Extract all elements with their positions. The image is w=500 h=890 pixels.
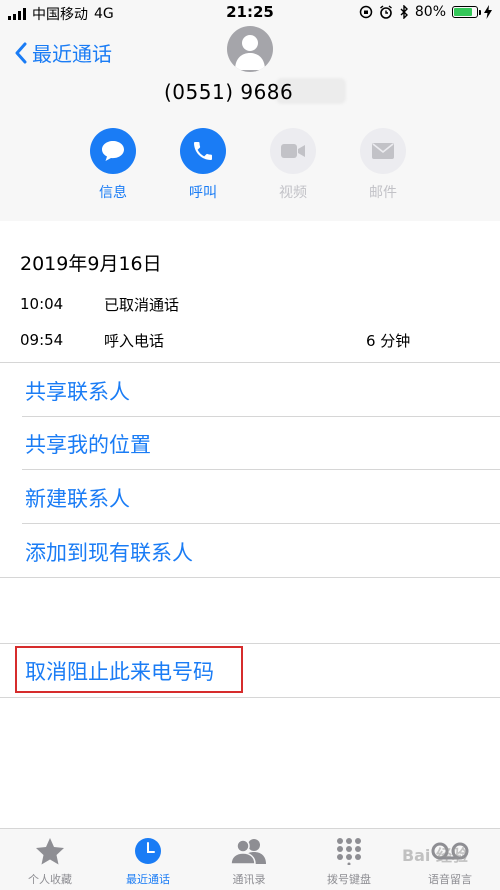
divider	[0, 362, 500, 363]
call-type: 呼入电话	[104, 331, 165, 350]
call-entry: 09:54 呼入电话 6 分钟	[20, 322, 490, 358]
tab-label: 最近通话	[126, 873, 170, 886]
alarm-icon	[379, 5, 392, 19]
divider	[22, 416, 500, 417]
video-label: 视频	[279, 185, 307, 201]
message-icon	[102, 141, 124, 161]
message-button[interactable]: 信息	[90, 128, 136, 202]
status-bar: 中国移动 4G 21:25 80%	[0, 0, 500, 26]
keypad-icon	[337, 838, 361, 865]
tab-label: 语音留言	[428, 873, 472, 886]
back-button[interactable]: 最近通话	[14, 38, 112, 67]
mail-icon	[372, 143, 394, 159]
divider	[0, 697, 500, 698]
phone-icon	[194, 142, 212, 160]
call-date: 2019年9月16日	[20, 253, 162, 275]
bluetooth-icon	[400, 5, 408, 19]
tab-recents[interactable]: 最近通话	[113, 837, 183, 887]
unblock-caller-link[interactable]: 取消阻止此来电号码	[25, 656, 214, 686]
tab-favorites[interactable]: 个人收藏	[15, 837, 85, 887]
new-contact-link[interactable]: 新建联系人	[25, 483, 130, 513]
tab-label: 通讯录	[232, 873, 266, 886]
charging-icon	[484, 5, 492, 19]
video-button[interactable]: 视频	[270, 128, 316, 202]
call-entry: 10:04 已取消通话	[20, 286, 490, 322]
status-right: 80%	[359, 4, 492, 20]
tab-label: 拨号键盘	[327, 873, 371, 886]
tab-keypad[interactable]: 拨号键盘	[314, 837, 384, 887]
share-contact-link[interactable]: 共享联系人	[25, 376, 130, 406]
watermark: Bai 经验	[401, 846, 468, 865]
call-duration: 6 分钟	[366, 331, 411, 350]
chevron-left-icon	[15, 42, 27, 63]
contacts-icon	[230, 839, 266, 865]
divider	[22, 523, 500, 524]
call-type: 已取消通话	[104, 295, 180, 314]
tab-contacts[interactable]: 通讯录	[214, 837, 284, 887]
add-to-existing-contact-link[interactable]: 添加到现有联系人	[25, 537, 193, 567]
call-label: 呼叫	[189, 185, 217, 201]
battery-percent: 80%	[414, 4, 446, 20]
divider	[22, 469, 500, 470]
person-icon	[235, 35, 265, 70]
video-icon	[281, 144, 305, 158]
call-history: 2019年9月16日 10:04 已取消通话 09:54 呼入电话 6 分钟	[20, 249, 490, 358]
clock-icon	[135, 838, 161, 864]
divider	[0, 643, 500, 644]
contact-header: 最近通话 (0551) 9686 信息 呼叫 视频 邮件	[0, 26, 500, 221]
mail-label: 邮件	[369, 185, 397, 201]
star-icon	[36, 838, 64, 865]
divider	[0, 577, 500, 578]
action-buttons: 信息 呼叫 视频 邮件	[90, 128, 406, 202]
call-button[interactable]: 呼叫	[180, 128, 226, 202]
avatar	[227, 26, 273, 72]
share-location-link[interactable]: 共享我的位置	[25, 429, 151, 459]
mail-button[interactable]: 邮件	[360, 128, 406, 202]
message-label: 信息	[99, 185, 127, 201]
call-time: 10:04	[20, 295, 64, 313]
back-label: 最近通话	[32, 42, 112, 66]
tab-label: 个人收藏	[28, 873, 72, 886]
orientation-lock-icon	[359, 5, 373, 19]
battery-icon	[452, 6, 481, 18]
phone-number: (0551) 9686	[164, 80, 294, 104]
call-time: 09:54	[20, 331, 64, 349]
